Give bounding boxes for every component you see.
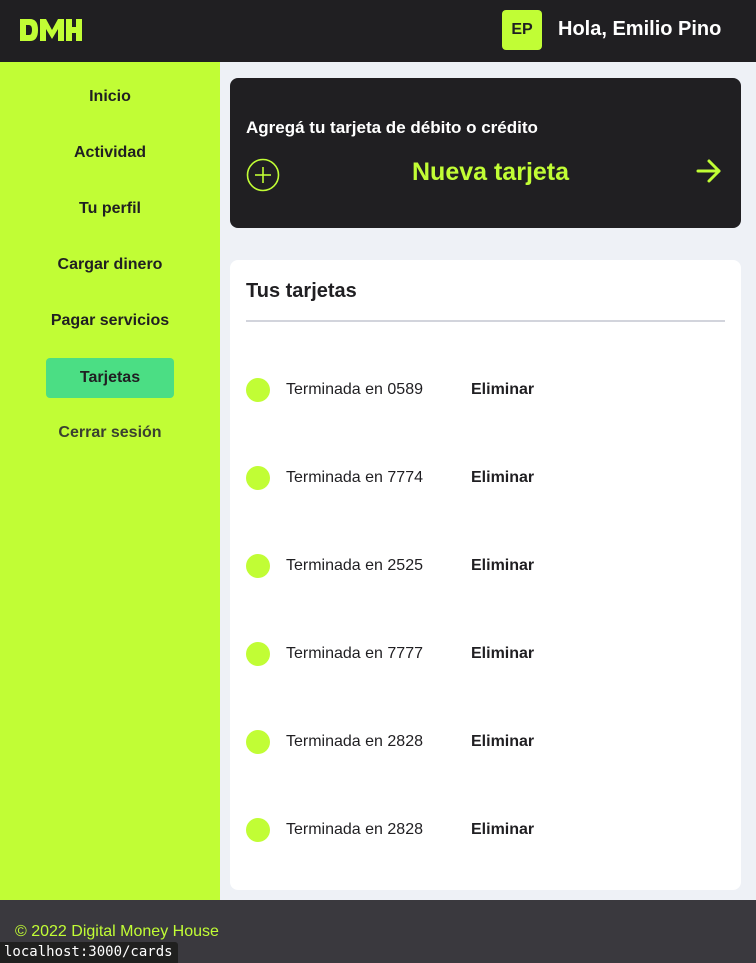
card-dot-icon <box>246 818 270 842</box>
delete-card-button[interactable]: Eliminar <box>471 645 534 663</box>
arrow-right-icon[interactable] <box>696 158 722 184</box>
status-bar-url: localhost:3000/cards <box>0 942 178 963</box>
card-number-label: Terminada en 2828 <box>286 821 423 838</box>
card-row: Terminada en 7774 Eliminar <box>246 465 726 491</box>
card-number-label: Terminada en 2525 <box>286 557 423 574</box>
sidebar-item-tarjetas[interactable]: Tarjetas <box>46 358 174 398</box>
delete-card-button[interactable]: Eliminar <box>471 381 534 399</box>
card-row: Terminada en 2828 Eliminar <box>246 817 726 843</box>
sidebar-item-cargar-dinero[interactable]: Cargar dinero <box>46 245 174 285</box>
user-greeting: Hola, Emilio Pino <box>558 18 722 40</box>
delete-card-button[interactable]: Eliminar <box>471 821 534 839</box>
delete-card-button[interactable]: Eliminar <box>471 733 534 751</box>
delete-card-button[interactable]: Eliminar <box>471 557 534 575</box>
sidebar-item-actividad[interactable]: Actividad <box>46 133 174 173</box>
plus-circle-icon[interactable] <box>246 158 280 192</box>
card-dot-icon <box>246 466 270 490</box>
card-number-label: Terminada en 7774 <box>286 469 423 486</box>
new-card-button[interactable]: Nueva tarjeta <box>412 158 569 187</box>
card-dot-icon <box>246 378 270 402</box>
card-row: Terminada en 0589 Eliminar <box>246 377 726 403</box>
top-header: EP Hola, Emilio Pino <box>0 0 756 62</box>
dmh-logo[interactable] <box>18 16 82 44</box>
divider <box>246 320 725 322</box>
sidebar: Inicio Actividad Tu perfil Cargar dinero… <box>0 62 220 900</box>
cards-list-title: Tus tarjetas <box>246 280 357 302</box>
sidebar-item-pagar-servicios[interactable]: Pagar servicios <box>46 301 174 341</box>
card-number-label: Terminada en 2828 <box>286 733 423 750</box>
delete-card-button[interactable]: Eliminar <box>471 469 534 487</box>
card-row: Terminada en 2828 Eliminar <box>246 729 726 755</box>
card-row: Terminada en 2525 Eliminar <box>246 553 726 579</box>
cards-list-panel: Tus tarjetas Terminada en 0589 Eliminar … <box>230 260 741 890</box>
add-card-panel[interactable]: Agregá tu tarjeta de débito o crédito Nu… <box>230 78 741 228</box>
card-number-label: Terminada en 7777 <box>286 645 423 662</box>
card-dot-icon <box>246 642 270 666</box>
add-card-title: Agregá tu tarjeta de débito o crédito <box>246 118 538 137</box>
avatar[interactable]: EP <box>502 10 542 50</box>
sidebar-item-inicio[interactable]: Inicio <box>46 77 174 117</box>
sidebar-item-cerrar-sesion[interactable]: Cerrar sesión <box>46 413 174 453</box>
card-dot-icon <box>246 730 270 754</box>
card-number-label: Terminada en 0589 <box>286 381 423 398</box>
card-dot-icon <box>246 554 270 578</box>
sidebar-item-tu-perfil[interactable]: Tu perfil <box>46 189 174 229</box>
copyright-text: © 2022 Digital Money House <box>15 923 219 940</box>
card-row: Terminada en 7777 Eliminar <box>246 641 726 667</box>
